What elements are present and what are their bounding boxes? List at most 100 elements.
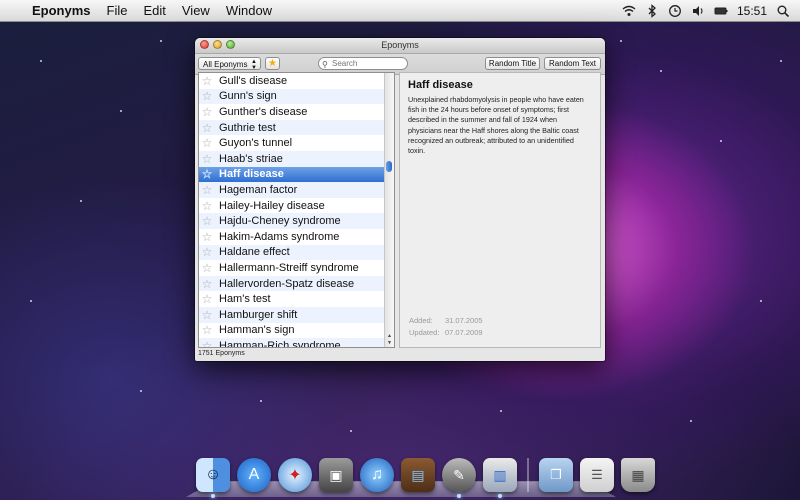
added-label: Added:: [409, 316, 433, 325]
select-arrows-icon: ▲ ▼: [251, 59, 257, 71]
menu-extras: 15:51: [622, 4, 800, 18]
menu-edit[interactable]: Edit: [135, 3, 173, 18]
menu-window[interactable]: Window: [218, 3, 280, 18]
menu-app-name[interactable]: Eponyms: [28, 3, 99, 18]
scroll-up-arrow-icon[interactable]: ▲: [385, 333, 394, 339]
search-input[interactable]: [332, 59, 402, 68]
trash-icon[interactable]: ▦: [621, 458, 655, 492]
list-item[interactable]: ☆ Guyon's tunnel: [199, 135, 386, 151]
list-item[interactable]: ☆ Hakim-Adams syndrome: [199, 229, 386, 245]
star-outline-icon[interactable]: ☆: [199, 183, 215, 197]
star-outline-icon[interactable]: ☆: [199, 339, 215, 347]
list-item-label: Ham's test: [219, 293, 271, 306]
list-item[interactable]: ☆ Haff disease: [199, 166, 386, 183]
list-item-label: Gunn's sign: [219, 90, 277, 103]
list-item[interactable]: ☆ Gunther's disease: [199, 104, 386, 120]
star-outline-icon[interactable]: ☆: [199, 121, 215, 135]
search-field[interactable]: ⚲: [318, 57, 408, 70]
list-item[interactable]: ☆ Gull's disease: [199, 73, 386, 89]
updated-value: 07.07.2009: [445, 328, 483, 337]
battery-icon[interactable]: [714, 4, 728, 18]
detail-pane: Haff disease Unexplained rhabdomyolysis …: [399, 72, 601, 348]
filter-select[interactable]: All Eponyms ▲ ▼: [198, 57, 261, 71]
window-titlebar[interactable]: Eponyms: [195, 38, 605, 54]
random-title-button[interactable]: Random Title: [485, 57, 540, 70]
star-outline-icon[interactable]: ☆: [199, 74, 215, 88]
star-outline-icon[interactable]: ☆: [199, 152, 215, 166]
photo-booth-icon[interactable]: ▣: [319, 458, 353, 492]
list-item[interactable]: ☆ Gunn's sign: [199, 88, 386, 105]
list-item-label: Hamman's sign: [219, 324, 295, 337]
star-outline-icon[interactable]: ☆: [199, 292, 215, 306]
status-count: 1751 Eponyms: [198, 350, 245, 357]
menu-clock[interactable]: 15:51: [737, 4, 767, 18]
star-outline-icon[interactable]: ☆: [199, 136, 215, 150]
list-item-label: Hakim-Adams syndrome: [219, 230, 340, 243]
list-item[interactable]: ☆ Hallervorden-Spatz disease: [199, 275, 386, 292]
eponym-list-rows: ☆ Gull's disease ☆ Gunn's sign ☆ Gunther's di…: [199, 73, 394, 347]
menu-view[interactable]: View: [174, 3, 218, 18]
list-item[interactable]: ☆ Ham's test: [199, 291, 386, 307]
zoom-button[interactable]: [226, 40, 235, 49]
eponym-list[interactable]: ☆ Gull's disease ☆ Gunn's sign ☆ Gunther's di…: [198, 72, 395, 348]
stack-icon[interactable]: ☰: [580, 458, 614, 492]
menu-file[interactable]: File: [99, 3, 136, 18]
star-outline-icon[interactable]: ☆: [199, 167, 215, 181]
list-item[interactable]: ☆ Hallermann-Streiff syndrome: [199, 260, 386, 276]
bluetooth-icon[interactable]: [645, 3, 659, 18]
star-outline-icon[interactable]: ☆: [199, 245, 215, 259]
list-item[interactable]: ☆ Haab's striae: [199, 150, 386, 167]
star-outline-icon[interactable]: ☆: [199, 105, 215, 119]
scrollbar-thumb[interactable]: [386, 161, 392, 172]
list-item-label: Hamburger shift: [219, 308, 298, 321]
scroll-down-arrow-icon[interactable]: ▼: [385, 340, 394, 346]
star-outline-icon[interactable]: ☆: [199, 214, 215, 228]
star-outline-icon[interactable]: ☆: [199, 308, 215, 322]
star-outline-icon[interactable]: ☆: [199, 277, 215, 291]
list-item-label: Haldane effect: [219, 246, 290, 259]
spotlight-icon[interactable]: [776, 4, 790, 18]
wifi-icon[interactable]: [622, 4, 636, 18]
list-item[interactable]: ☆ Hamburger shift: [199, 306, 386, 323]
list-item[interactable]: ☆ Hageman factor: [199, 182, 386, 198]
list-item-label: Gunther's disease: [219, 105, 308, 118]
itunes-icon[interactable]: ♫: [360, 458, 394, 492]
favorite-star-button[interactable]: ★: [265, 57, 280, 70]
app-store-icon[interactable]: A: [237, 458, 271, 492]
star-outline-icon[interactable]: ☆: [199, 261, 215, 275]
dock-separator: [527, 458, 529, 492]
list-item-label: Hageman factor: [219, 183, 298, 196]
close-button[interactable]: [200, 40, 209, 49]
list-item[interactable]: ☆ Hajdu-Cheney syndrome: [199, 213, 386, 229]
star-outline-icon[interactable]: ☆: [199, 323, 215, 337]
documents-folder-icon[interactable]: ❐: [539, 458, 573, 492]
star-outline-icon[interactable]: ☆: [199, 230, 215, 244]
list-item[interactable]: ☆ Hailey-Hailey disease: [199, 198, 386, 214]
list-item[interactable]: ☆ Hamman's sign: [199, 323, 386, 339]
star-outline-icon[interactable]: ☆: [199, 89, 215, 103]
keynote-icon[interactable]: ▤: [401, 458, 435, 492]
list-item-label: Gull's disease: [219, 74, 288, 87]
star-outline-icon[interactable]: ☆: [199, 199, 215, 213]
time-machine-icon[interactable]: [668, 4, 682, 18]
filter-select-value: All Eponyms: [203, 60, 248, 69]
preview-icon[interactable]: ✎: [442, 458, 476, 498]
eponyms-app-icon[interactable]: ▥: [483, 458, 517, 498]
list-item[interactable]: ☆ Guthrie test: [199, 119, 386, 136]
star-icon: ★: [268, 58, 277, 69]
list-item-label: Guyon's tunnel: [219, 137, 293, 150]
minimize-button[interactable]: [213, 40, 222, 49]
added-value: 31.07.2005: [445, 316, 483, 325]
list-item[interactable]: ☆ Haldane effect: [199, 244, 386, 261]
list-scrollbar[interactable]: ▲ ▼: [384, 73, 394, 347]
window-controls: [200, 40, 235, 49]
safari-icon[interactable]: ✦: [278, 458, 312, 492]
finder-icon[interactable]: ☺: [196, 458, 230, 498]
detail-text: Unexplained rhabdomyolysis in people who…: [408, 95, 584, 156]
list-item[interactable]: ☆ Hamman-Rich syndrome: [199, 338, 386, 347]
random-text-button[interactable]: Random Text: [544, 57, 601, 70]
search-icon: ⚲: [322, 60, 328, 69]
volume-icon[interactable]: [691, 4, 705, 18]
list-item-label: Hajdu-Cheney syndrome: [219, 215, 341, 228]
list-item-label: Hallervorden-Spatz disease: [219, 277, 355, 290]
